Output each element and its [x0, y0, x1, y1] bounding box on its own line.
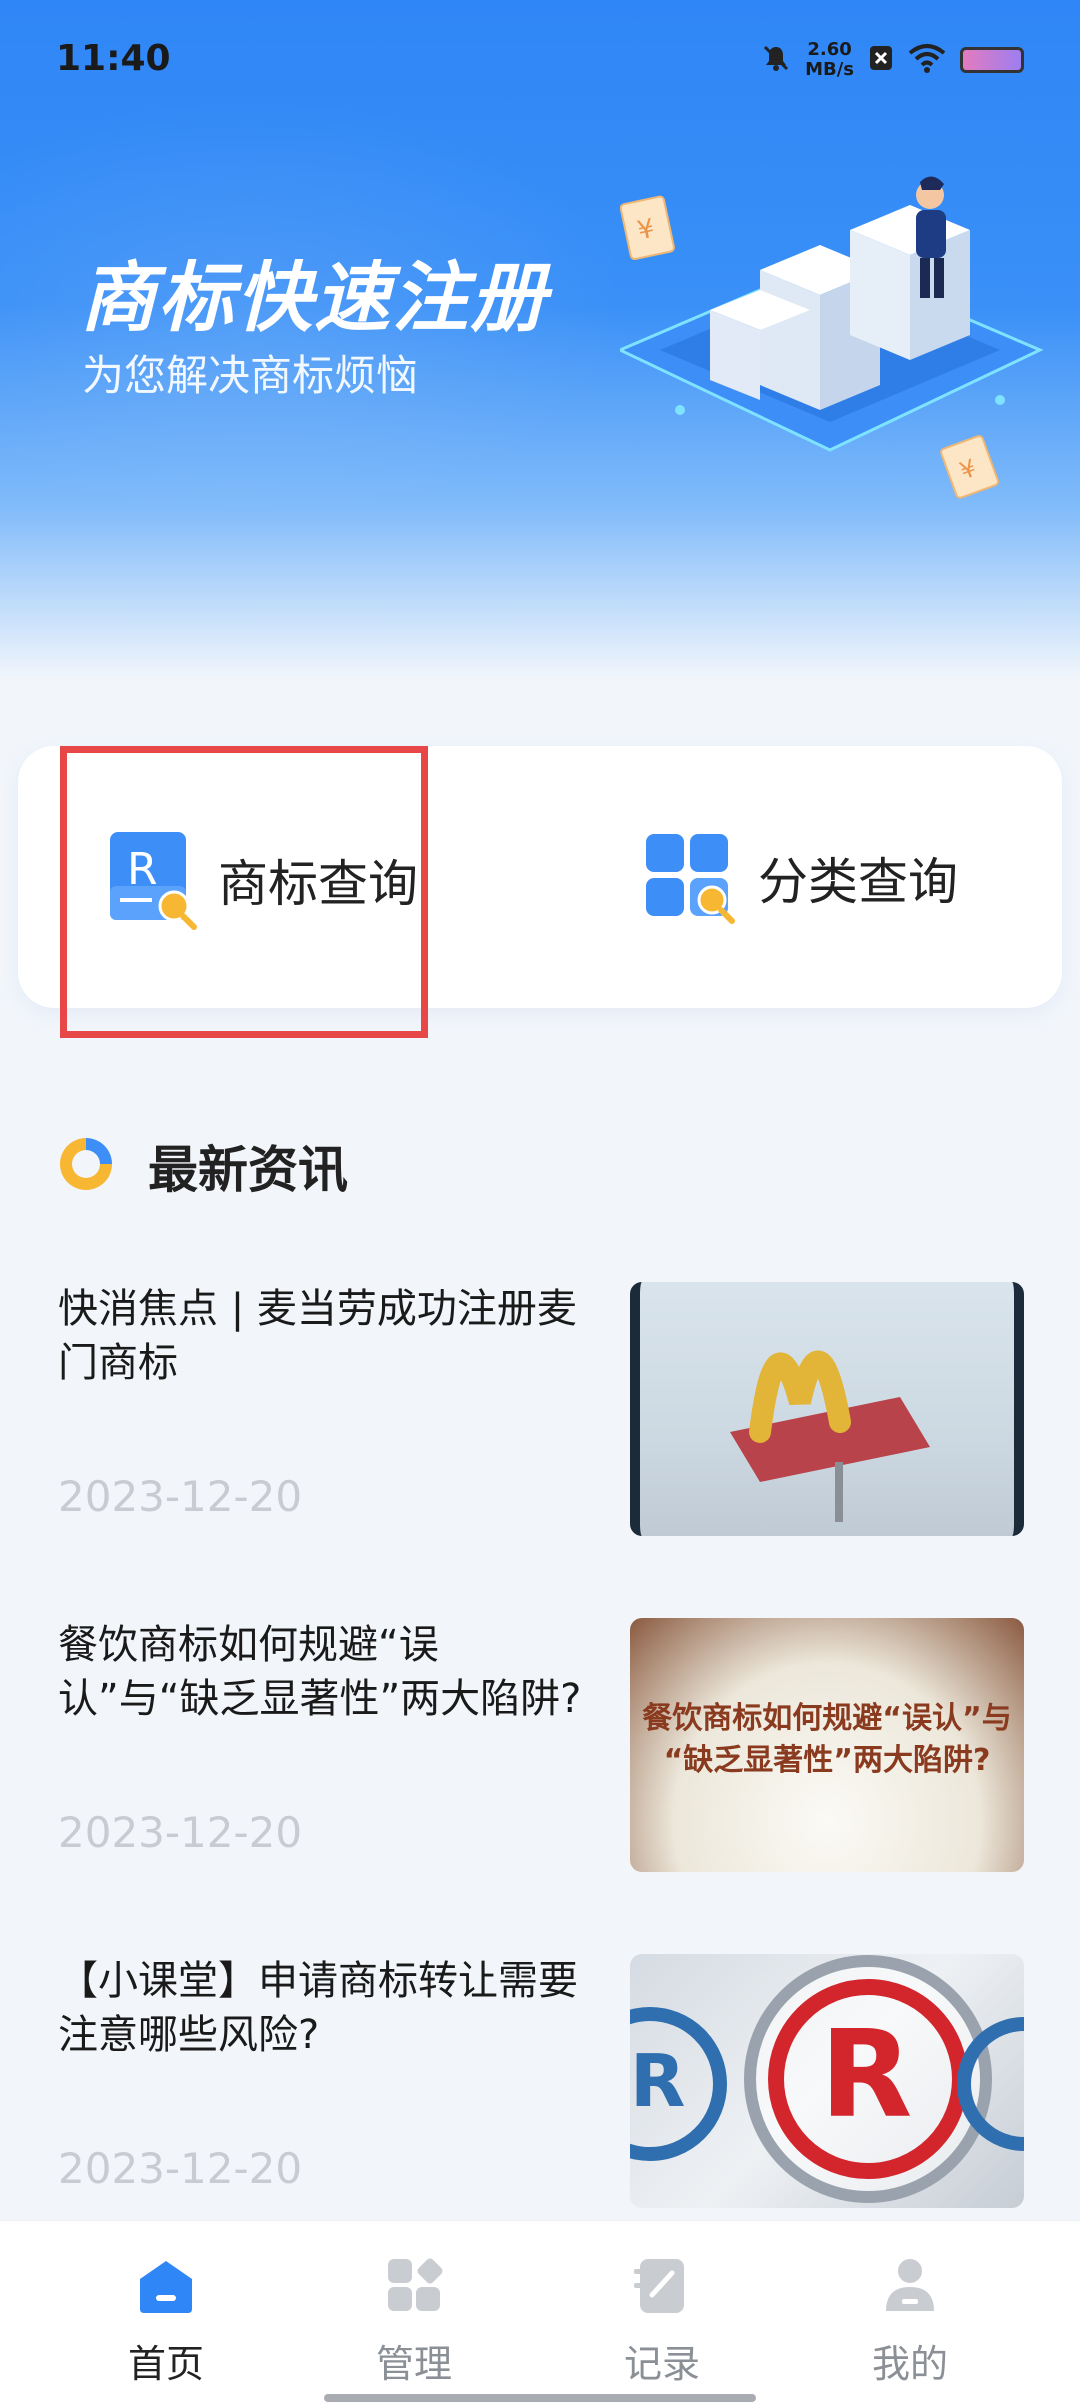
thumb-text-line-2: “缺乏显著性”两大陷阱?: [663, 1743, 991, 1778]
category-search-button[interactable]: 分类查询: [642, 826, 958, 930]
news-item[interactable]: 餐饮商标如何规避“误认”与“缺乏显著性”两大陷阱? 2023-12-20 餐饮商…: [0, 1618, 1080, 1888]
net-speed: 2.60 MB/s: [805, 40, 854, 80]
nav-profile-label: 我的: [871, 2342, 948, 2386]
profile-icon: [878, 2255, 942, 2319]
registered-mark-glyph-left: R: [630, 2039, 686, 2123]
nav-record[interactable]: 记录: [572, 2255, 752, 2388]
hero-subtitle: 为您解决商标烦恼: [82, 351, 419, 400]
nav-record-label: 记录: [623, 2342, 700, 2386]
manage-icon: [382, 2255, 446, 2319]
news-section-header: 最新资讯: [56, 1130, 348, 1202]
status-time: 11:40: [56, 38, 171, 79]
bottom-nav: 首页 管理 记录 我的: [0, 2220, 1080, 2408]
hero-illustration: ¥ ¥: [620, 176, 1044, 499]
nav-manage-label: 管理: [375, 2342, 452, 2386]
screen: 11:40 2.60 MB/s 商标快速注册 为您解决商标烦恼 ¥ ¥ R 商标…: [0, 0, 1080, 2408]
news-title: 【小课堂】申请商标转让需要注意哪些风险?: [58, 1958, 578, 2058]
home-icon: [134, 2255, 198, 2319]
category-search-icon: [642, 826, 738, 930]
status-icons: 2.60 MB/s: [761, 40, 1024, 80]
news-date: 2023-12-20: [58, 1808, 303, 1857]
rice-image: 餐饮商标如何规避“误认”与 “缺乏显著性”两大陷阱?: [630, 1618, 1024, 1872]
nav-home[interactable]: 首页: [76, 2255, 256, 2388]
thumb-text-line-1: 餐饮商标如何规避“误认”与: [642, 1701, 1012, 1736]
home-indicator[interactable]: [324, 2394, 756, 2402]
registered-mark-glyph: R: [820, 2006, 913, 2145]
news-date: 2023-12-20: [58, 2144, 303, 2193]
close-box-icon: [868, 43, 894, 77]
hero-title: 商标快速注册: [80, 253, 548, 342]
registered-mark-magnifier-image: R R: [630, 1954, 1024, 2208]
mcdonalds-sign-image: [630, 1282, 1024, 1536]
nav-manage[interactable]: 管理: [324, 2255, 504, 2388]
news-title: 快消焦点 | 麦当劳成功注册麦门商标: [58, 1286, 577, 1386]
news-item[interactable]: 【小课堂】申请商标转让需要注意哪些风险? 2023-12-20 R R: [0, 1954, 1080, 2224]
battery-icon: [960, 47, 1024, 73]
news-section-title: 最新资讯: [148, 1141, 348, 1199]
net-speed-value: 2.60: [807, 39, 852, 60]
nav-home-label: 首页: [127, 2342, 204, 2386]
highlight-box: [60, 746, 428, 1038]
net-speed-unit: MB/s: [805, 59, 854, 80]
nav-profile[interactable]: 我的: [820, 2255, 1000, 2388]
news-item[interactable]: 快消焦点 | 麦当劳成功注册麦门商标 2023-12-20: [0, 1282, 1080, 1552]
news-date: 2023-12-20: [58, 1472, 303, 1521]
category-search-label: 分类查询: [758, 853, 958, 911]
record-icon: [630, 2255, 694, 2319]
news-title: 餐饮商标如何规避“误认”与“缺乏显著性”两大陷阱?: [58, 1622, 582, 1722]
status-bar: 11:40 2.60 MB/s: [0, 0, 1080, 120]
wifi-icon: [908, 43, 946, 77]
bell-mute-icon: [761, 43, 791, 77]
news-section-icon: [56, 1134, 116, 1198]
